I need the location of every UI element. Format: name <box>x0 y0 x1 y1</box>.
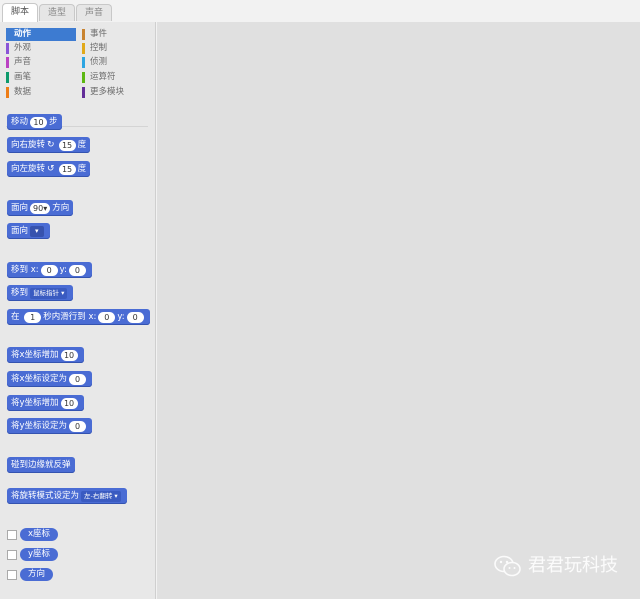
category-label: 外观 <box>14 43 32 53</box>
category-color-swatch <box>82 87 85 98</box>
block-go-to[interactable]: 移到 鼠标指针 ▾ <box>7 285 74 301</box>
category-label: 声音 <box>14 57 32 67</box>
block-text: 面向 <box>11 226 29 236</box>
block-text: 将x坐标增加 <box>11 350 59 360</box>
block-text: 碰到边缘就反弹 <box>11 460 71 470</box>
block-text: 将旋转模式设定为 <box>11 491 80 501</box>
category-label: 控制 <box>90 43 108 53</box>
rotate-counterclockwise-icon: ↺ <box>47 164 55 174</box>
target-dropdown[interactable]: 鼠标指针 ▾ <box>30 287 68 299</box>
block-text: 将y坐标设定为 <box>11 421 68 431</box>
category-pen[interactable]: 画笔 <box>6 71 76 84</box>
category-label: 数据 <box>14 87 32 97</box>
x-input[interactable]: 0 <box>40 264 58 276</box>
rotation-style-dropdown[interactable]: 左-右翻转 ▾ <box>81 490 121 502</box>
category-label: 侦测 <box>90 57 108 67</box>
category-color-swatch <box>6 43 9 54</box>
category-label: 事件 <box>90 29 108 39</box>
wechat-icon <box>494 555 521 577</box>
category-sensing[interactable]: 侦测 <box>82 56 152 69</box>
tab-costumes[interactable]: 造型 <box>39 4 75 21</box>
block-change-y[interactable]: 将y坐标增加 10 <box>7 395 84 411</box>
rotate-clockwise-icon: ↻ <box>47 140 55 150</box>
block-set-y[interactable]: 将y坐标设定为 0 <box>7 418 93 434</box>
block-turn-right[interactable]: 向右旋转 ↻ 15 度 <box>7 137 91 153</box>
reporter-y-position[interactable]: y座标 <box>20 548 59 561</box>
category-label: 动作 <box>14 29 32 39</box>
y-change-input[interactable]: 10 <box>60 397 78 409</box>
x-set-input[interactable]: 0 <box>69 373 87 385</box>
block-text: 向左旋转 <box>11 164 46 174</box>
block-text: 向右旋转 <box>11 140 46 150</box>
category-events[interactable]: 事件 <box>82 28 152 41</box>
block-text: y: <box>59 265 67 275</box>
block-change-x[interactable]: 将x坐标增加 10 <box>7 347 84 363</box>
category-color-swatch <box>6 72 9 83</box>
block-go-to-xy[interactable]: 移到 x: 0 y: 0 <box>7 262 92 278</box>
watermark-text: 君君玩科技 <box>528 555 618 576</box>
scripts-area[interactable] <box>157 22 640 599</box>
block-text: 度 <box>77 164 87 174</box>
category-motion[interactable]: 动作 <box>6 28 76 41</box>
steps-input[interactable]: 10 <box>30 116 48 128</box>
block-move-steps[interactable]: 移动 10 步 <box>7 114 62 130</box>
block-set-rotation-style[interactable]: 将旋转模式设定为 左-右翻转 ▾ <box>7 488 127 504</box>
block-text: 将y坐标增加 <box>11 398 59 408</box>
category-color-swatch <box>82 57 85 68</box>
category-color-swatch <box>82 72 85 83</box>
y-position-checkbox[interactable] <box>7 550 17 560</box>
direction-checkbox[interactable] <box>7 570 17 580</box>
block-text: 移到 <box>11 265 29 275</box>
category-label: 更多模块 <box>90 87 125 97</box>
block-text: 移动 <box>11 117 29 127</box>
category-color-swatch <box>6 87 9 98</box>
category-color-swatch <box>82 43 85 54</box>
tab-scripts[interactable]: 脚本 <box>2 3 38 22</box>
block-text: 步 <box>49 117 58 127</box>
block-text: x: <box>88 312 97 322</box>
category-label: 运算符 <box>90 72 116 82</box>
block-text: 秒内滑行到 <box>43 312 86 322</box>
block-bounce-on-edge[interactable]: 碰到边缘就反弹 <box>7 457 75 473</box>
seconds-input[interactable]: 1 <box>24 311 42 323</box>
degrees-input[interactable]: 15 <box>58 163 76 175</box>
block-text: x: <box>30 265 39 275</box>
direction-input[interactable]: 90▾ <box>30 202 51 214</box>
editor-tabs: 脚本 造型 声音 <box>0 0 640 22</box>
category-control[interactable]: 控制 <box>82 42 152 55</box>
block-text: 度 <box>77 140 87 150</box>
block-text: 方向 <box>52 203 70 213</box>
category-label: 画笔 <box>14 72 32 82</box>
block-palette: 动作 外观 声音 画笔 数据 事件 控制 侦测 运算符 更多模块 移动10步 <box>0 22 156 599</box>
block-point-in-direction[interactable]: 面向 90▾ 方向 <box>7 200 74 216</box>
block-text: 将x坐标设定为 <box>11 374 68 384</box>
category-color-swatch <box>82 29 85 40</box>
tab-sounds[interactable]: 声音 <box>76 4 112 21</box>
degrees-input[interactable]: 15 <box>58 139 76 151</box>
category-operators[interactable]: 运算符 <box>82 71 152 84</box>
block-turn-left[interactable]: 向左旋转 ↺ 15 度 <box>7 161 91 177</box>
category-sound[interactable]: 声音 <box>6 56 76 69</box>
x-position-checkbox[interactable] <box>7 530 17 540</box>
x-change-input[interactable]: 10 <box>60 349 78 361</box>
y-input[interactable]: 0 <box>68 264 86 276</box>
watermark: 君君玩科技 <box>494 553 618 579</box>
y-set-input[interactable]: 0 <box>69 420 87 432</box>
category-data[interactable]: 数据 <box>6 86 76 99</box>
block-text: 在 <box>11 312 20 322</box>
block-text: 移到 <box>11 288 29 298</box>
category-looks[interactable]: 外观 <box>6 42 76 55</box>
y-input[interactable]: 0 <box>126 311 144 323</box>
x-input[interactable]: 0 <box>98 311 116 323</box>
block-text: y: <box>117 312 125 322</box>
category-more-blocks[interactable]: 更多模块 <box>82 86 152 99</box>
category-color-swatch <box>6 57 9 68</box>
reporter-x-position[interactable]: x座标 <box>20 528 59 541</box>
target-dropdown[interactable]: ▾ <box>30 225 44 237</box>
reporter-direction[interactable]: 方向 <box>20 568 54 581</box>
block-glide[interactable]: 在 1 秒内滑行到 x: 0 y: 0 <box>7 309 150 325</box>
block-point-towards[interactable]: 面向 ▾ <box>7 223 50 239</box>
block-set-x[interactable]: 将x坐标设定为 0 <box>7 371 93 387</box>
block-text: 面向 <box>11 203 29 213</box>
